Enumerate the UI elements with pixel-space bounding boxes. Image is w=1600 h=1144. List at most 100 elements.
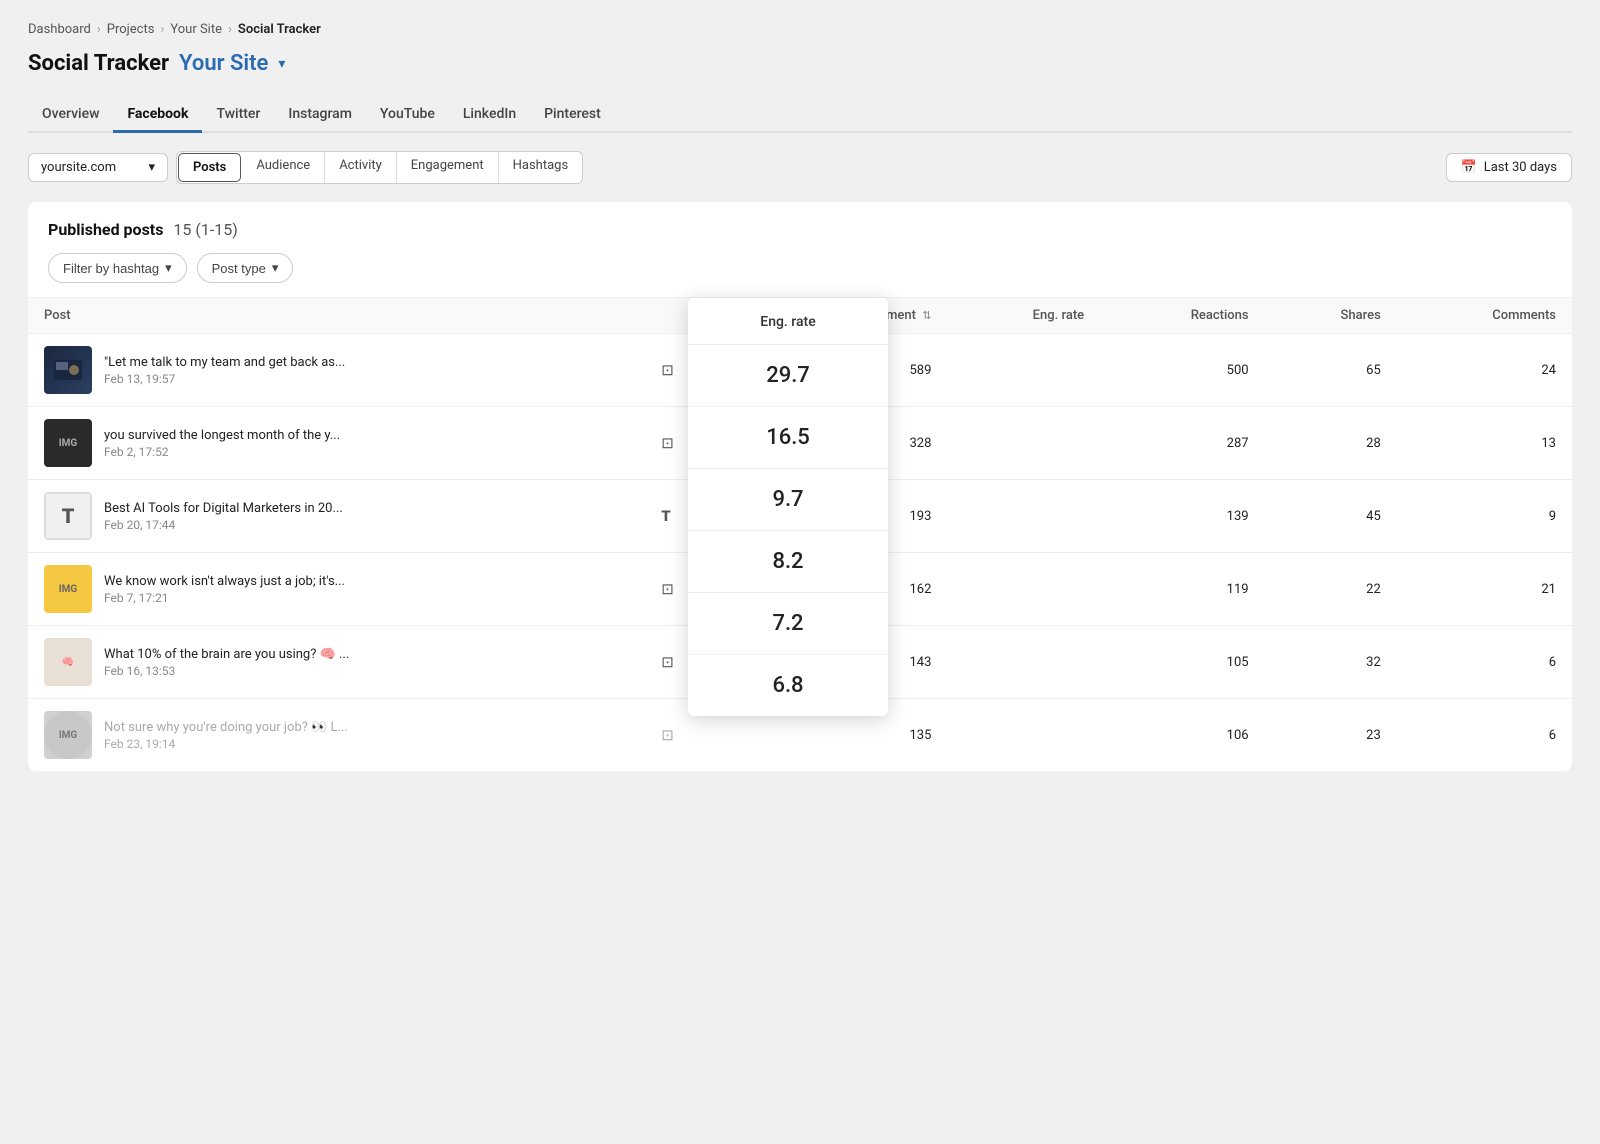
post-cell-0[interactable]: "Let me talk to my team and get back as.… — [28, 334, 645, 407]
post-date-1: Feb 2, 17:52 — [104, 445, 629, 459]
post-text-1: you survived the longest month of the y.… — [104, 428, 629, 459]
tab-linkedin[interactable]: LinkedIn — [449, 98, 530, 133]
post-thumb-5: IMG — [44, 711, 92, 759]
post-title-4: What 10% of the brain are you using? 🧠 .… — [104, 647, 404, 662]
eng-rate-value-1: 16.5 — [688, 407, 888, 469]
filter-post-type-chevron-icon: ▾ — [272, 260, 279, 276]
eng-rate-cell-1 — [947, 407, 1100, 480]
col-comments: Comments — [1397, 298, 1572, 334]
shares-cell-1: 28 — [1265, 407, 1397, 480]
col-post: Post — [28, 298, 645, 334]
shares-cell-4: 32 — [1265, 626, 1397, 699]
panel-title: Published posts 15 (1-15) — [48, 220, 1552, 239]
eng-rate-value-2: 9.7 — [688, 469, 888, 531]
eng-rate-cell-5 — [947, 699, 1100, 772]
comments-cell-2: 9 — [1397, 480, 1572, 553]
eng-rate-cell-4 — [947, 626, 1100, 699]
post-date-0: Feb 13, 19:57 — [104, 372, 629, 386]
post-cell-4[interactable]: 🧠 What 10% of the brain are you using? 🧠… — [28, 626, 645, 699]
calendar-icon: 📅 — [1461, 160, 1477, 175]
content-panel: Published posts 15 (1-15) Filter by hash… — [28, 202, 1572, 771]
eng-rate-cell-2 — [947, 480, 1100, 553]
eng-rate-value-4: 7.2 — [688, 593, 888, 655]
post-cell-5[interactable]: IMG Not sure why you're doing your job? … — [28, 699, 645, 772]
date-range-label: Last 30 days — [1484, 160, 1557, 175]
comments-cell-0: 24 — [1397, 334, 1572, 407]
post-thumb-3: IMG — [44, 565, 92, 613]
post-cell-1[interactable]: IMG you survived the longest month of th… — [28, 407, 645, 480]
filter-post-type-button[interactable]: Post type ▾ — [197, 253, 294, 283]
col-shares: Shares — [1265, 298, 1397, 334]
breadcrumb: Dashboard › Projects › Your Site › Socia… — [28, 22, 1572, 37]
filter-hashtag-label: Filter by hashtag — [63, 261, 159, 276]
post-text-2: Best AI Tools for Digital Marketers in 2… — [104, 501, 629, 532]
filter-post-type-label: Post type — [212, 261, 266, 276]
post-date-5: Feb 23, 19:14 — [104, 737, 629, 751]
post-text-4: What 10% of the brain are you using? 🧠 .… — [104, 647, 629, 678]
site-select-value: yoursite.com — [41, 160, 116, 175]
panel-header: Published posts 15 (1-15) Filter by hash… — [28, 202, 1572, 298]
sub-tabs: Posts Audience Activity Engagement Hasht… — [176, 151, 583, 184]
post-type-icon-2: T — [661, 507, 670, 525]
subtab-engagement[interactable]: Engagement — [397, 152, 499, 183]
filter-hashtag-button[interactable]: Filter by hashtag ▾ — [48, 253, 187, 283]
eng-rate-cell-3 — [947, 553, 1100, 626]
col-reactions: Reactions — [1100, 298, 1264, 334]
comments-cell-3: 21 — [1397, 553, 1572, 626]
breadcrumb-your-site[interactable]: Your Site — [170, 22, 222, 37]
controls-row: yoursite.com ▾ Posts Audience Activity E… — [28, 151, 1572, 184]
subtab-activity[interactable]: Activity — [325, 152, 397, 183]
eng-rate-overlay: Eng. rate 29.7 16.5 9.7 8.2 7.2 6.8 — [688, 298, 888, 716]
tab-overview[interactable]: Overview — [28, 98, 113, 133]
tab-instagram[interactable]: Instagram — [274, 98, 366, 133]
reactions-cell-1: 287 — [1100, 407, 1264, 480]
post-title-3: We know work isn't always just a job; it… — [104, 574, 404, 589]
col-eng-rate: Eng. rate — [947, 298, 1100, 334]
post-date-2: Feb 20, 17:44 — [104, 518, 629, 532]
breadcrumb-current: Social Tracker — [238, 22, 321, 37]
site-name-chevron-icon[interactable]: ▾ — [278, 56, 285, 72]
post-cell-3[interactable]: IMG We know work isn't always just a job… — [28, 553, 645, 626]
tab-youtube[interactable]: YouTube — [366, 98, 449, 133]
tab-pinterest[interactable]: Pinterest — [530, 98, 615, 133]
reactions-cell-0: 500 — [1100, 334, 1264, 407]
shares-cell-3: 22 — [1265, 553, 1397, 626]
post-type-icon-4: ⊡ — [661, 653, 674, 671]
post-type-icon-3: ⊡ — [661, 580, 674, 598]
site-select-chevron-icon: ▾ — [148, 160, 155, 175]
post-type-icon-1: ⊡ — [661, 434, 674, 452]
eng-rate-value-0: 29.7 — [688, 345, 888, 407]
subtab-hashtags[interactable]: Hashtags — [499, 152, 583, 183]
posts-count: 15 (1-15) — [173, 220, 237, 239]
post-type-icon-0: ⊡ — [661, 361, 674, 379]
filter-hashtag-chevron-icon: ▾ — [165, 260, 172, 276]
page-title: Social Tracker — [28, 51, 169, 76]
breadcrumb-projects[interactable]: Projects — [107, 22, 155, 37]
panel-filters: Filter by hashtag ▾ Post type ▾ — [48, 253, 1552, 283]
post-text-5: Not sure why you're doing your job? 👀 L.… — [104, 720, 629, 751]
eng-rate-cell-0 — [947, 334, 1100, 407]
tab-facebook[interactable]: Facebook — [113, 98, 202, 133]
post-cell-2[interactable]: T Best AI Tools for Digital Marketers in… — [28, 480, 645, 553]
reactions-cell-2: 139 — [1100, 480, 1264, 553]
site-name-link[interactable]: Your Site — [179, 51, 268, 76]
date-range-button[interactable]: 📅 Last 30 days — [1446, 153, 1572, 182]
post-text-3: We know work isn't always just a job; it… — [104, 574, 629, 605]
controls-left: yoursite.com ▾ Posts Audience Activity E… — [28, 151, 583, 184]
shares-cell-5: 23 — [1265, 699, 1397, 772]
breadcrumb-dashboard[interactable]: Dashboard — [28, 22, 91, 37]
post-title-2: Best AI Tools for Digital Marketers in 2… — [104, 501, 404, 516]
reactions-cell-4: 105 — [1100, 626, 1264, 699]
eng-rate-value-5: 6.8 — [688, 655, 888, 716]
post-title-5: Not sure why you're doing your job? 👀 L.… — [104, 720, 404, 735]
post-date-4: Feb 16, 13:53 — [104, 664, 629, 678]
subtab-audience[interactable]: Audience — [242, 152, 325, 183]
post-title-1: you survived the longest month of the y.… — [104, 428, 404, 443]
subtab-posts[interactable]: Posts — [178, 153, 241, 182]
site-select[interactable]: yoursite.com ▾ — [28, 153, 168, 182]
post-text-0: "Let me talk to my team and get back as.… — [104, 355, 629, 386]
post-thumb-2: T — [44, 492, 92, 540]
tab-twitter[interactable]: Twitter — [202, 98, 274, 133]
eng-rate-value-3: 8.2 — [688, 531, 888, 593]
reactions-cell-5: 106 — [1100, 699, 1264, 772]
